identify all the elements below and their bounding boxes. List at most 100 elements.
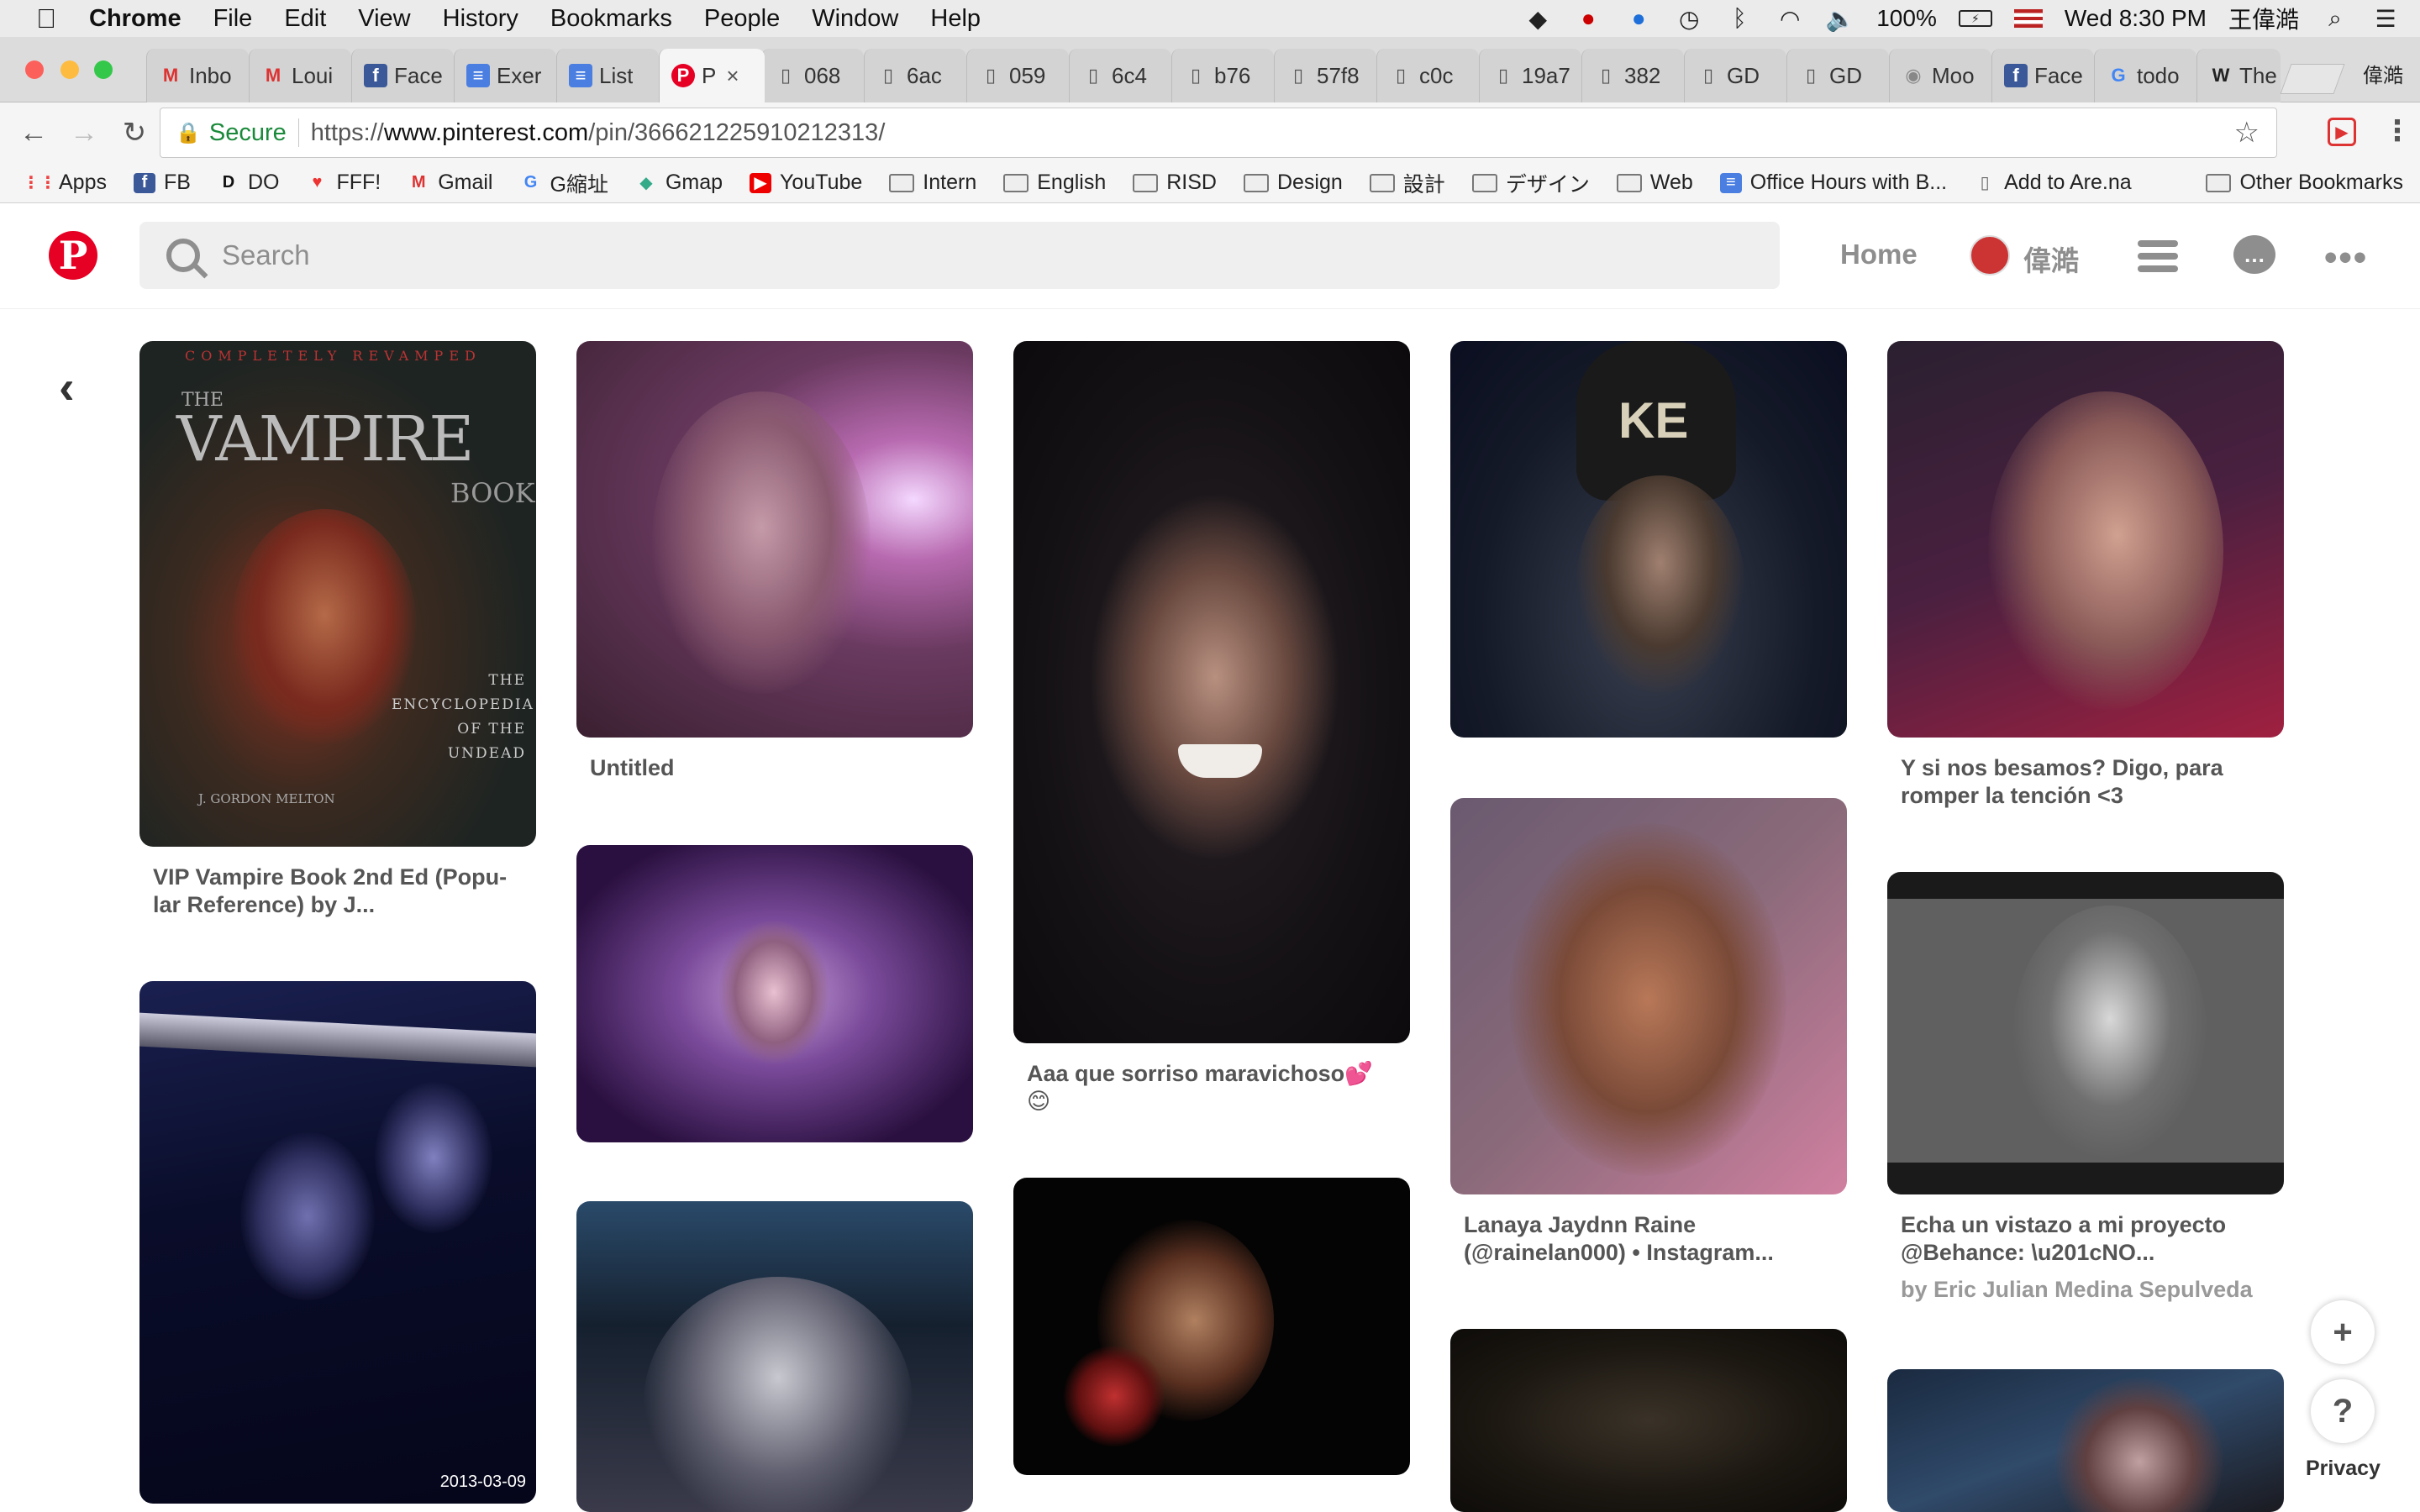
tab-15[interactable]: ▯ GD (1684, 49, 1786, 102)
notification-center-icon[interactable]: ☰ (2371, 6, 2400, 32)
profile-link[interactable]: 偉澔 (2023, 239, 2079, 279)
pin-vampire-book[interactable]: COMPLETELY REVAMPED THE VAMPIRE BOOK THE… (139, 341, 536, 919)
pin-image-card[interactable] (576, 1201, 973, 1512)
extension-icon[interactable]: ▶ (2328, 118, 2356, 146)
menu-window[interactable]: Window (812, 5, 898, 33)
bookmark-item[interactable]: Intern (889, 171, 976, 195)
address-bar[interactable]: 🔒 Secure https://www.pinterest.com/pin/3… (160, 108, 2277, 158)
close-window-button[interactable] (25, 60, 44, 79)
tab-13[interactable]: ▯ 19a7 (1479, 49, 1581, 102)
bookmark-item[interactable]: RISD (1133, 171, 1217, 195)
pin-image-card[interactable] (1887, 1369, 2284, 1512)
tab-7[interactable]: ▯ 6ac (864, 49, 966, 102)
pin-image[interactable] (1013, 1178, 1410, 1475)
pin-image[interactable] (1450, 1329, 1847, 1512)
tab-14[interactable]: ▯ 382 (1581, 49, 1684, 102)
bookmark-item[interactable]: ♥ FFF! (306, 171, 381, 195)
menu-history[interactable]: History (443, 5, 518, 33)
bookmark-item[interactable]: ▶ YouTube (750, 171, 862, 195)
menu-view[interactable]: View (358, 5, 410, 33)
tab-close-icon[interactable]: × (726, 63, 739, 89)
tab-18[interactable]: f Face (1991, 49, 2094, 102)
us-flag-icon[interactable] (2013, 9, 2043, 28)
url-text[interactable]: https://www.pinterest.com/pin/3666212259… (311, 119, 886, 147)
tab-17[interactable]: ◉ Moo (1889, 49, 1991, 102)
menu-help[interactable]: Help (930, 5, 981, 33)
bookmark-item[interactable]: 設計 (1369, 168, 1445, 198)
pinterest-logo-icon[interactable]: P (49, 231, 97, 280)
pin-image[interactable] (1013, 341, 1410, 1043)
user-avatar[interactable] (1970, 235, 2010, 276)
tab-12[interactable]: ▯ c0c (1376, 49, 1479, 102)
apple-icon[interactable]:  (32, 3, 60, 34)
menu-bookmarks[interactable]: Bookmarks (550, 5, 672, 33)
more-options-icon[interactable]: ••• (2324, 237, 2368, 279)
pin-image-card[interactable]: Y si nos besamos? Digo, para romper la t… (1887, 341, 2284, 810)
bookmark-item[interactable]: D DO (218, 171, 280, 195)
pin-image[interactable] (1887, 872, 2284, 1194)
forward-button[interactable]: → (64, 113, 104, 153)
minimize-window-button[interactable] (60, 60, 79, 79)
pin-image[interactable] (1887, 1369, 2284, 1512)
battery-icon[interactable]: ⚡ (1958, 10, 1992, 27)
pin-image-card[interactable]: Lanaya Jaydnn Raine (@rainelan000) • Ins… (1450, 798, 1847, 1267)
other-bookmarks[interactable]: Other Bookmarks (2206, 171, 2403, 195)
tab-4[interactable]: ≡ List (556, 49, 659, 102)
pin-image-card[interactable] (1450, 1329, 1847, 1512)
pin-image[interactable]: COMPLETELY REVAMPED THE VAMPIRE BOOK THE… (139, 341, 536, 847)
bookmark-item[interactable]: Web (1616, 171, 1693, 195)
search-input[interactable]: Search (139, 222, 1780, 289)
pin-caption[interactable]: Y si nos besamos? Digo, para romper la t… (1901, 754, 2270, 810)
tab-19[interactable]: Gtodo (2094, 49, 2196, 102)
zoom-window-button[interactable] (94, 60, 113, 79)
lock-icon[interactable]: 🔒 (176, 121, 201, 145)
wifi-icon[interactable]: ◠ (1776, 6, 1804, 32)
secure-label[interactable]: Secure (209, 119, 287, 147)
bookmark-item[interactable]: ≡ Office Hours with B... (1719, 171, 1947, 195)
pin-image-card[interactable]: 2013-03-09 (139, 981, 536, 1504)
pin-image[interactable]: 2013-03-09 (139, 981, 536, 1504)
pin-image-card[interactable]: Untitled (576, 341, 973, 782)
bookmark-item[interactable]: M Gmail (408, 171, 493, 195)
pin-image-card[interactable]: KE (1450, 341, 1847, 738)
spotlight-icon[interactable]: ⌕ (2321, 5, 2349, 31)
tab-5[interactable]: P P × (659, 49, 765, 102)
tab-10[interactable]: ▯ b76 (1171, 49, 1274, 102)
pin-image[interactable] (1450, 798, 1847, 1194)
pin-attribution[interactable]: by Eric Julian Medina Sepulveda (1901, 1277, 2270, 1303)
tab-9[interactable]: ▯ 6c4 (1069, 49, 1171, 102)
pin-image-card[interactable]: Aaa que sorriso maravichoso💕 😊 (1013, 341, 1410, 1116)
bookmark-item[interactable]: English (1003, 171, 1106, 195)
back-button[interactable]: ← (13, 113, 54, 153)
tab-20[interactable]: W The (2196, 49, 2281, 102)
bookmark-item[interactable]: f FB (133, 171, 191, 195)
pin-caption[interactable]: Echa un vistazo a mi proyecto @Behance: … (1901, 1211, 2270, 1267)
pin-image[interactable] (576, 341, 973, 738)
pin-caption[interactable]: Untitled (590, 754, 960, 782)
profile-name[interactable]: 偉澔 (2363, 59, 2403, 88)
pin-caption[interactable]: VIP Vampire Book 2nd Ed (Popu-lar Refere… (153, 864, 523, 919)
hamburger-menu-icon[interactable] (2138, 240, 2178, 272)
tab-6[interactable]: ▯ 068 (761, 49, 864, 102)
tab-11[interactable]: ▯ 57f8 (1274, 49, 1376, 102)
creative-cloud-icon[interactable]: ● (1574, 5, 1602, 31)
new-tab-button[interactable] (2280, 64, 2345, 94)
add-pin-button[interactable]: + (2311, 1300, 2375, 1364)
bookmark-item[interactable]: デザイン (1471, 168, 1590, 198)
privacy-link[interactable]: Privacy (2306, 1457, 2381, 1481)
messages-icon[interactable]: … (2233, 235, 2275, 274)
tab-3[interactable]: ≡ Exer (454, 49, 556, 102)
menu-file[interactable]: File (213, 5, 253, 33)
tab-8[interactable]: ▯ 059 (966, 49, 1069, 102)
back-arrow-icon[interactable]: ‹ (59, 360, 75, 414)
menubar-user[interactable]: 王偉澔 (2228, 2, 2299, 35)
tab-2[interactable]: f Face (351, 49, 454, 102)
time-machine-icon[interactable]: ◷ (1675, 6, 1703, 32)
pin-image[interactable]: KE (1450, 341, 1847, 738)
pin-image[interactable] (1887, 341, 2284, 738)
menu-people[interactable]: People (704, 5, 780, 33)
pin-caption[interactable]: Lanaya Jaydnn Raine (@rainelan000) • Ins… (1464, 1211, 1833, 1267)
pin-image-card[interactable] (576, 845, 973, 1142)
chrome-menu-icon[interactable]: ⋮ (2383, 114, 2412, 148)
pin-image-card[interactable]: Echa un vistazo a mi proyecto @Behance: … (1887, 872, 2284, 1303)
